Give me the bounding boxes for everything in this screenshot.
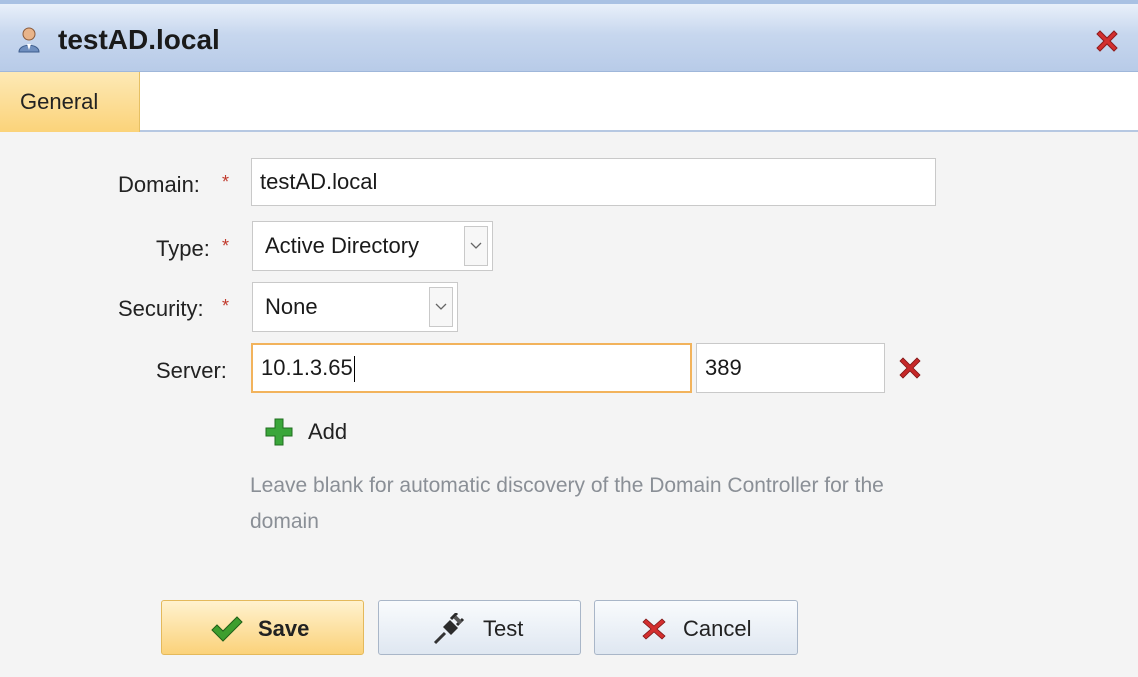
- close-icon[interactable]: [1092, 26, 1122, 56]
- domain-input[interactable]: testAD.local: [251, 158, 936, 206]
- window-title: testAD.local: [58, 24, 220, 55]
- security-select[interactable]: None: [252, 282, 458, 332]
- required-marker: *: [222, 236, 230, 256]
- tab-general[interactable]: General: [0, 72, 140, 132]
- plug-icon: [433, 613, 465, 645]
- save-button[interactable]: Save: [161, 600, 364, 655]
- server-address-input[interactable]: 10.1.3.65: [251, 343, 692, 393]
- user-icon: [18, 27, 40, 53]
- security-label: Security:: [118, 296, 204, 321]
- type-select-value: Active Directory: [265, 233, 420, 258]
- test-label: Test: [483, 616, 524, 641]
- title-bar: testAD.local: [0, 0, 1138, 72]
- server-address-value: 10.1.3.65: [261, 355, 353, 380]
- cancel-button[interactable]: Cancel: [594, 600, 798, 655]
- required-marker: *: [222, 172, 230, 192]
- add-label: Add: [308, 419, 348, 444]
- plus-icon: [265, 418, 293, 446]
- server-hint: Leave blank for automatic discovery of t…: [250, 474, 884, 533]
- checkmark-icon: [211, 616, 243, 642]
- cancel-label: Cancel: [683, 616, 752, 641]
- test-button[interactable]: Test: [378, 600, 581, 655]
- chevron-down-icon[interactable]: [464, 226, 488, 266]
- text-cursor: [353, 356, 355, 383]
- server-label: Server:: [156, 358, 227, 383]
- chevron-down-icon[interactable]: [429, 287, 453, 327]
- tab-strip: General: [0, 72, 1138, 132]
- dialog: testAD.local General Domain: * testAD.lo…: [0, 0, 1138, 677]
- server-port-input[interactable]: 389: [696, 343, 885, 393]
- cancel-icon: [642, 618, 666, 640]
- required-marker: *: [222, 296, 230, 316]
- domain-label: Domain:: [118, 172, 200, 197]
- type-label: Type:: [156, 236, 210, 261]
- type-select[interactable]: Active Directory: [252, 221, 493, 271]
- add-server-button[interactable]: Add: [264, 415, 374, 449]
- save-label: Save: [258, 616, 310, 641]
- remove-icon[interactable]: [898, 356, 922, 380]
- security-select-value: None: [265, 294, 318, 319]
